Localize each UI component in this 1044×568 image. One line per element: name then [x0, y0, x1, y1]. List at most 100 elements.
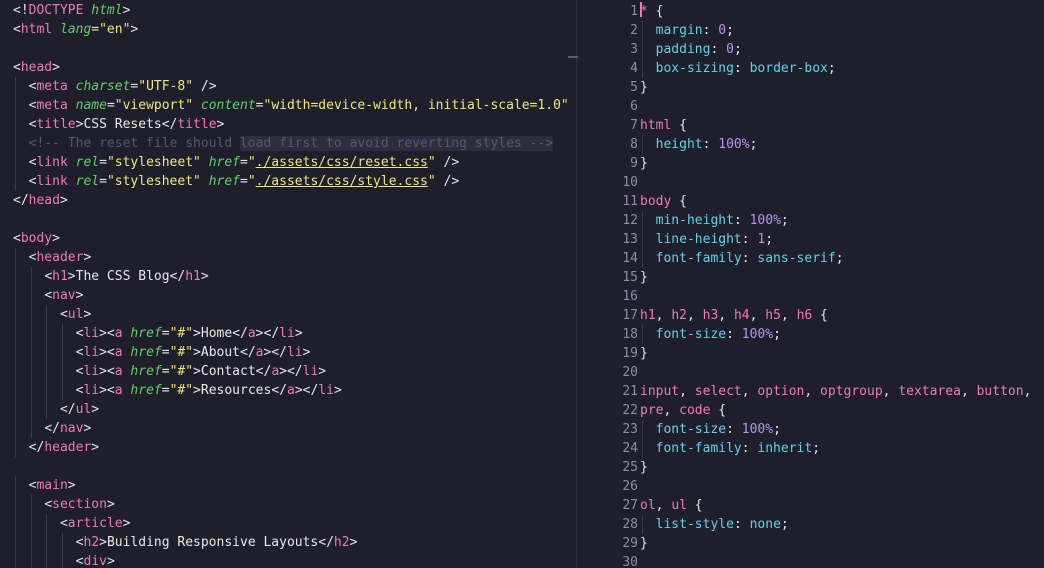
code-line[interactable]: [13, 210, 568, 229]
code-line[interactable]: list-style: none;: [640, 515, 1044, 534]
code-line[interactable]: font-size: 100%;: [640, 420, 1044, 439]
code-line[interactable]: font-size: 100%;: [640, 325, 1044, 344]
css-editor-pane[interactable]: 1 2 3 4 5 6 7 8 9 10 11 12 13 14 15 16 17 18 19 20 21 22 23 24 2…: [578, 0, 1044, 568]
code-line[interactable]: <li><a href="#">Resources</a></li>: [13, 381, 568, 400]
code-line[interactable]: <li><a href="#">About</a></li>: [13, 343, 568, 362]
code-line[interactable]: <article>: [13, 514, 568, 533]
code-line[interactable]: [13, 39, 568, 58]
code-line[interactable]: <h2>Building Responsive Layouts</h2>: [13, 533, 568, 552]
indent-guide: [30, 533, 32, 552]
code-line[interactable]: <meta charset="UTF-8" />: [13, 77, 568, 96]
indent-guide: [61, 381, 63, 400]
code-line[interactable]: }: [640, 458, 1044, 477]
scrollbar-thumb[interactable]: [568, 56, 578, 58]
code-token: title: [36, 117, 76, 132]
code-line[interactable]: </nav>: [13, 419, 568, 438]
code-token: ": [247, 155, 256, 170]
code-token: a: [114, 326, 131, 341]
code-line[interactable]: <li><a href="#">Contact</a></li>: [13, 362, 568, 381]
code-line[interactable]: <main>: [13, 476, 568, 495]
code-line[interactable]: <title>CSS Resets</title>: [13, 115, 568, 134]
code-line[interactable]: html {: [640, 116, 1044, 135]
editor-split-view: <!DOCTYPE html> <html lang="en"> <head> <m…: [0, 0, 1044, 568]
code-token: ": [427, 174, 436, 189]
code-line[interactable]: </head>: [13, 191, 568, 210]
code-line[interactable]: [640, 553, 1044, 568]
code-token: line-height: [655, 232, 742, 247]
code-line[interactable]: <h1>The CSS Blog</h1>: [13, 267, 568, 286]
code-token: ,: [679, 384, 695, 399]
indent-guide: [30, 305, 32, 324]
code-line[interactable]: height: 100%;: [640, 135, 1044, 154]
code-line[interactable]: [640, 97, 1044, 116]
code-line[interactable]: ol, ul {: [640, 496, 1044, 515]
code-token: h6: [796, 308, 813, 323]
pane-divider[interactable]: [568, 0, 578, 568]
code-token: >: [200, 269, 209, 284]
css-code-lines[interactable]: * { margin: 0; padding: 0; box-sizing: b…: [640, 0, 1044, 568]
code-token: ,: [1023, 384, 1032, 399]
indent-guide: [15, 400, 16, 419]
code-line[interactable]: font-family: sans-serif;: [640, 249, 1044, 268]
code-line[interactable]: <nav>: [13, 286, 568, 305]
code-token: <: [13, 60, 21, 75]
code-line[interactable]: }: [640, 78, 1044, 97]
html-editor-pane[interactable]: <!DOCTYPE html> <html lang="en"> <head> <m…: [0, 0, 568, 568]
code-line[interactable]: [640, 173, 1044, 192]
code-line[interactable]: [640, 287, 1044, 306]
code-line[interactable]: h1, h2, h3, h4, h5, h6 {: [640, 306, 1044, 325]
code-line[interactable]: </ul>: [13, 400, 568, 419]
line-number: 11: [622, 194, 638, 209]
indent-guide: [61, 533, 63, 552]
code-line[interactable]: <!DOCTYPE html>: [13, 1, 568, 20]
code-token: href: [130, 364, 162, 379]
code-line[interactable]: body {: [640, 192, 1044, 211]
indent-guide: [15, 533, 16, 552]
code-line[interactable]: <section>: [13, 495, 568, 514]
code-token: >: [52, 231, 60, 246]
code-token: load first to avoid reverting styles -->: [239, 136, 554, 151]
code-token: </: [59, 402, 76, 417]
code-token: >: [106, 554, 115, 568]
html-code-lines[interactable]: <!DOCTYPE html> <html lang="en"> <head> <m…: [0, 0, 568, 568]
code-line[interactable]: }: [640, 268, 1044, 287]
code-line[interactable]: <meta name="viewport" content="width=dev…: [13, 96, 568, 115]
code-token: ;: [773, 422, 781, 437]
code-line[interactable]: input, select, option, optgroup, textare…: [640, 382, 1044, 401]
code-line[interactable]: [640, 477, 1044, 496]
code-line[interactable]: </header>: [13, 438, 568, 457]
code-line[interactable]: [13, 457, 568, 476]
code-line[interactable]: <ul>: [13, 305, 568, 324]
code-line[interactable]: margin: 0;: [640, 21, 1044, 40]
code-line[interactable]: <div>: [13, 552, 568, 568]
code-line[interactable]: <li><a href="#">Home</a></li>: [13, 324, 568, 343]
code-line[interactable]: pre, code {: [640, 401, 1044, 420]
code-token: >: [67, 269, 76, 284]
code-line[interactable]: min-height: 100%;: [640, 211, 1044, 230]
code-token: ,: [686, 308, 703, 323]
code-line[interactable]: padding: 0;: [640, 40, 1044, 59]
code-line[interactable]: <body>: [13, 229, 568, 248]
code-line[interactable]: box-sizing: border-box;: [640, 59, 1044, 78]
code-line[interactable]: line-height: 1;: [640, 230, 1044, 249]
code-line[interactable]: <link rel="stylesheet" href="./assets/cs…: [13, 153, 568, 172]
code-line[interactable]: <head>: [13, 58, 568, 77]
code-line[interactable]: <html lang="en">: [13, 20, 568, 39]
code-line[interactable]: }: [640, 154, 1044, 173]
code-token: optgroup: [820, 384, 883, 399]
code-line[interactable]: [640, 363, 1044, 382]
code-line[interactable]: * {: [640, 2, 1044, 21]
code-line[interactable]: <header>: [13, 248, 568, 267]
indent-guide: [642, 21, 643, 40]
code-token: ></: [294, 383, 319, 398]
code-line[interactable]: font-family: inherit;: [640, 439, 1044, 458]
line-number: 18: [622, 327, 638, 342]
code-line[interactable]: }: [640, 344, 1044, 363]
code-token: The CSS Blog: [75, 269, 170, 284]
code-token: div: [83, 554, 107, 568]
code-token: ul: [671, 498, 687, 513]
code-line[interactable]: }: [640, 534, 1044, 553]
code-token: inherit: [757, 441, 813, 456]
code-line[interactable]: <!-- The reset file should load first to…: [13, 134, 568, 153]
code-line[interactable]: <link rel="stylesheet" href="./assets/cs…: [13, 172, 568, 191]
